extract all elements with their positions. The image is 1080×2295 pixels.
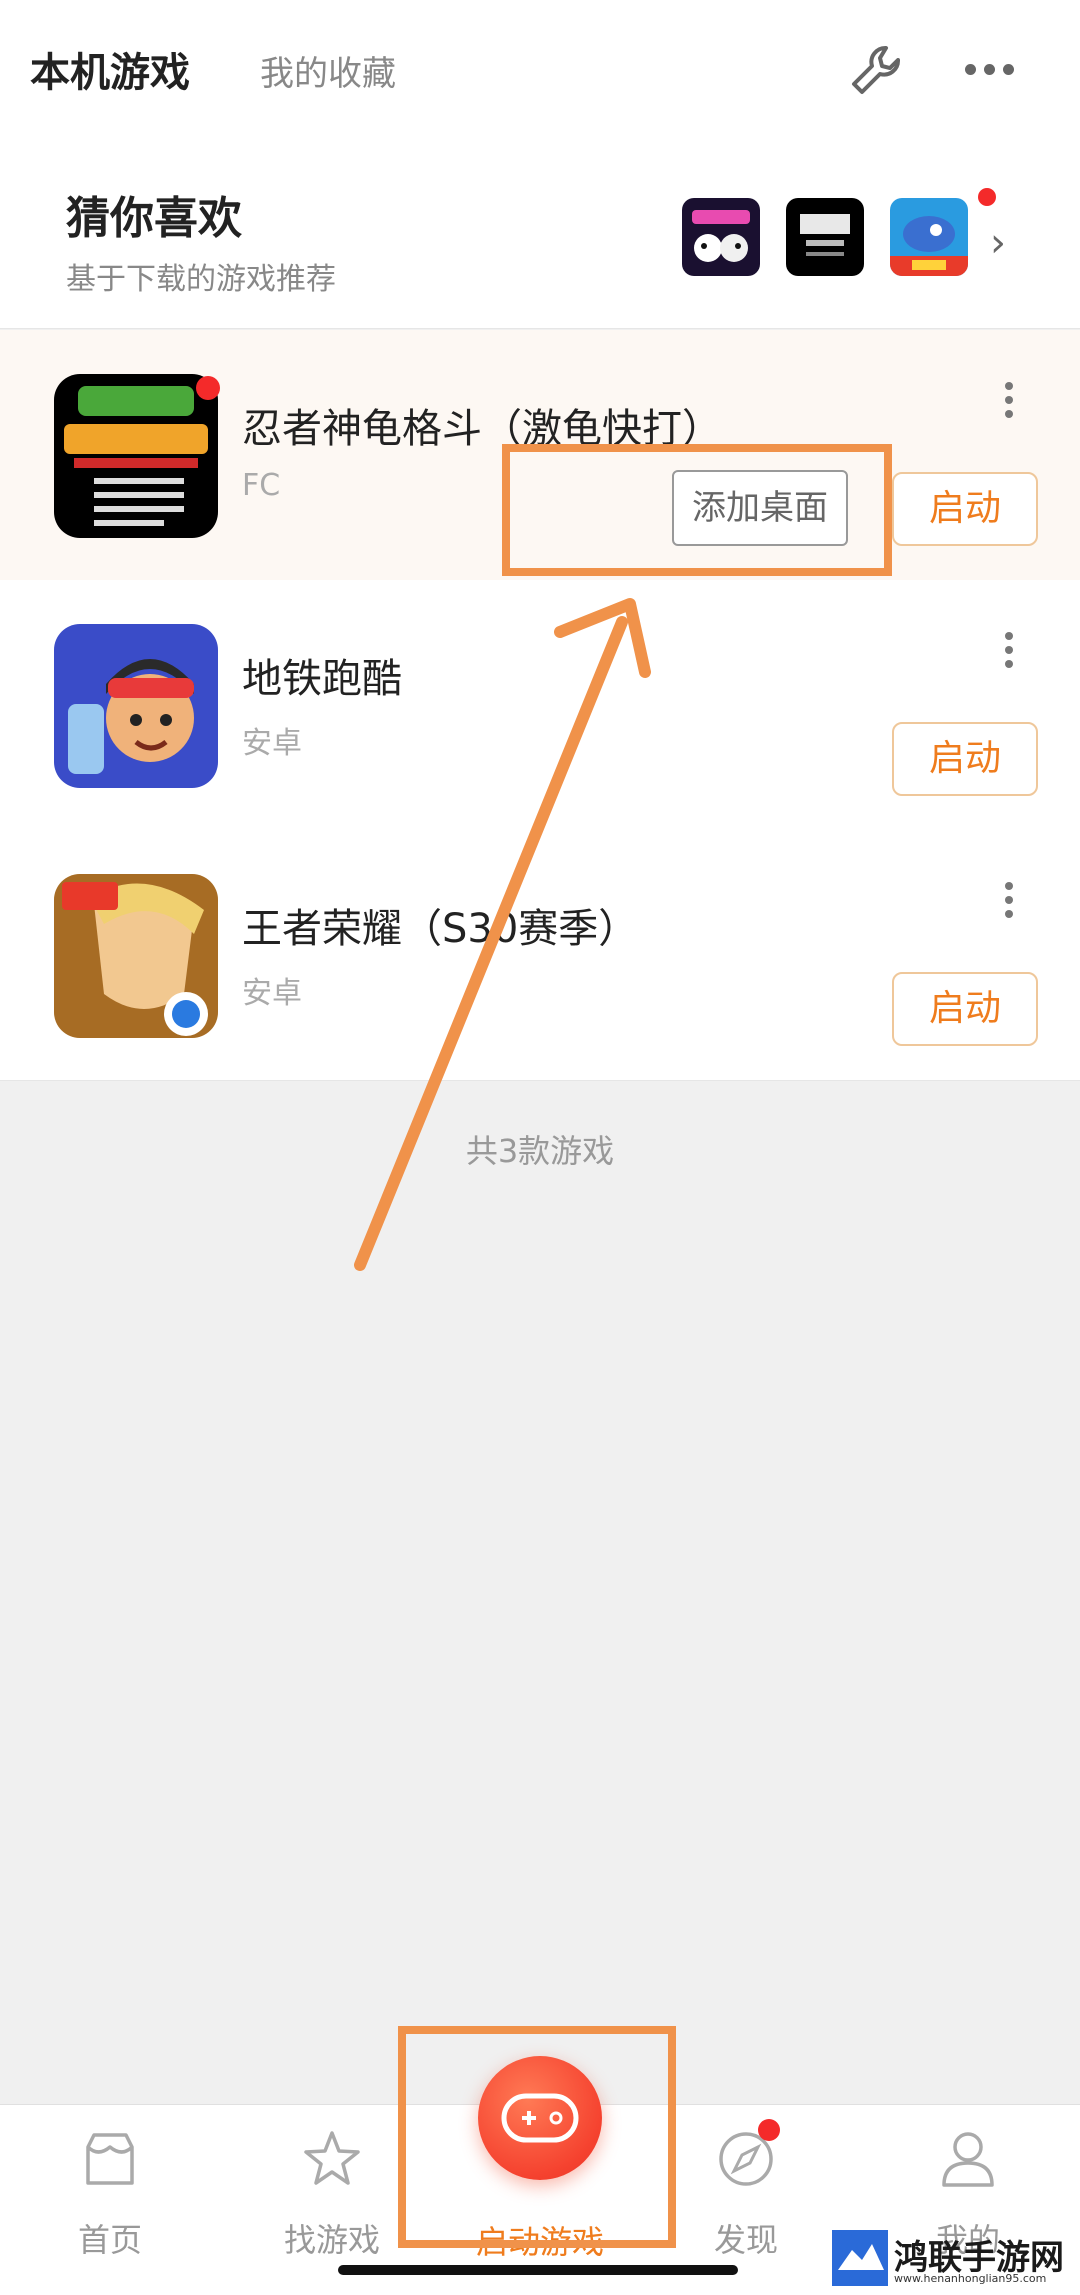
recommended-game-thumbnail[interactable] — [682, 198, 760, 276]
recommendation-subtitle: 基于下载的游戏推荐 — [66, 262, 336, 297]
recommended-game-thumbnail[interactable] — [786, 198, 864, 276]
watermark: 鸿联手游网 www.henanhonglian95.com — [832, 2230, 1072, 2290]
notification-dot — [196, 376, 220, 400]
chevron-right-icon[interactable]: › — [990, 220, 1006, 266]
user-icon — [942, 2132, 994, 2187]
tab-local-games[interactable]: 本机游戏 — [30, 40, 190, 98]
launch-button[interactable]: 启动 — [892, 472, 1038, 546]
game-platform: 安卓 — [242, 976, 302, 1011]
tab-favorites[interactable]: 我的收藏 — [260, 46, 396, 95]
more-options-icon[interactable] — [1005, 632, 1017, 672]
wrench-icon[interactable] — [846, 40, 906, 100]
top-bar: 本机游戏 我的收藏 — [0, 0, 1080, 140]
game-name: 王者荣耀（S30赛季） — [242, 906, 639, 952]
game-platform: FC — [242, 468, 281, 503]
game-row[interactable]: 忍者神龟格斗（激龟快打） FC 添加桌面 启动 — [0, 330, 1080, 581]
more-icon[interactable] — [965, 60, 1025, 80]
nav-label: 首页 — [77, 2221, 142, 2259]
game-row[interactable]: 地铁跑酷 安卓 启动 — [0, 580, 1080, 831]
game-platform: 安卓 — [242, 726, 302, 761]
nav-label: 找游戏 — [283, 2221, 380, 2259]
home-indicator[interactable] — [338, 2265, 738, 2275]
watermark-logo — [832, 2230, 888, 2286]
nav-home[interactable]: 首页 — [30, 2105, 190, 2295]
game-count: 共3款游戏 — [465, 1132, 615, 1170]
nav-label: 发现 — [713, 2221, 778, 2259]
launch-button[interactable]: 启动 — [892, 972, 1038, 1046]
add-to-desktop-button[interactable]: 添加桌面 — [672, 470, 848, 546]
game-icon-tmnt[interactable] — [54, 374, 218, 538]
more-options-icon[interactable] — [1005, 382, 1017, 422]
home-icon — [86, 2133, 134, 2185]
more-options-icon[interactable] — [1005, 882, 1017, 922]
recommendation-banner[interactable]: 猜你喜欢 基于下载的游戏推荐 › — [0, 140, 1080, 329]
notification-dot — [978, 188, 996, 206]
recommendation-title: 猜你喜欢 — [66, 193, 242, 244]
game-name: 地铁跑酷 — [242, 656, 402, 702]
watermark-url: www.henanhonglian95.com — [894, 2272, 1047, 2285]
launch-button[interactable]: 启动 — [892, 722, 1038, 796]
game-row[interactable]: 王者荣耀（S30赛季） 安卓 启动 — [0, 830, 1080, 1081]
game-name: 忍者神龟格斗（激龟快打） — [242, 406, 722, 452]
recommended-game-thumbnail[interactable] — [890, 198, 968, 276]
nav-label: 启动游戏 — [475, 2223, 604, 2261]
notification-dot — [758, 2119, 780, 2141]
gamepad-icon — [501, 2093, 579, 2143]
game-icon-honor-of-kings[interactable] — [54, 874, 218, 1038]
launch-games-center-button[interactable] — [478, 2056, 602, 2180]
game-icon-subway-surfers[interactable] — [54, 624, 218, 788]
star-icon — [304, 2131, 360, 2185]
